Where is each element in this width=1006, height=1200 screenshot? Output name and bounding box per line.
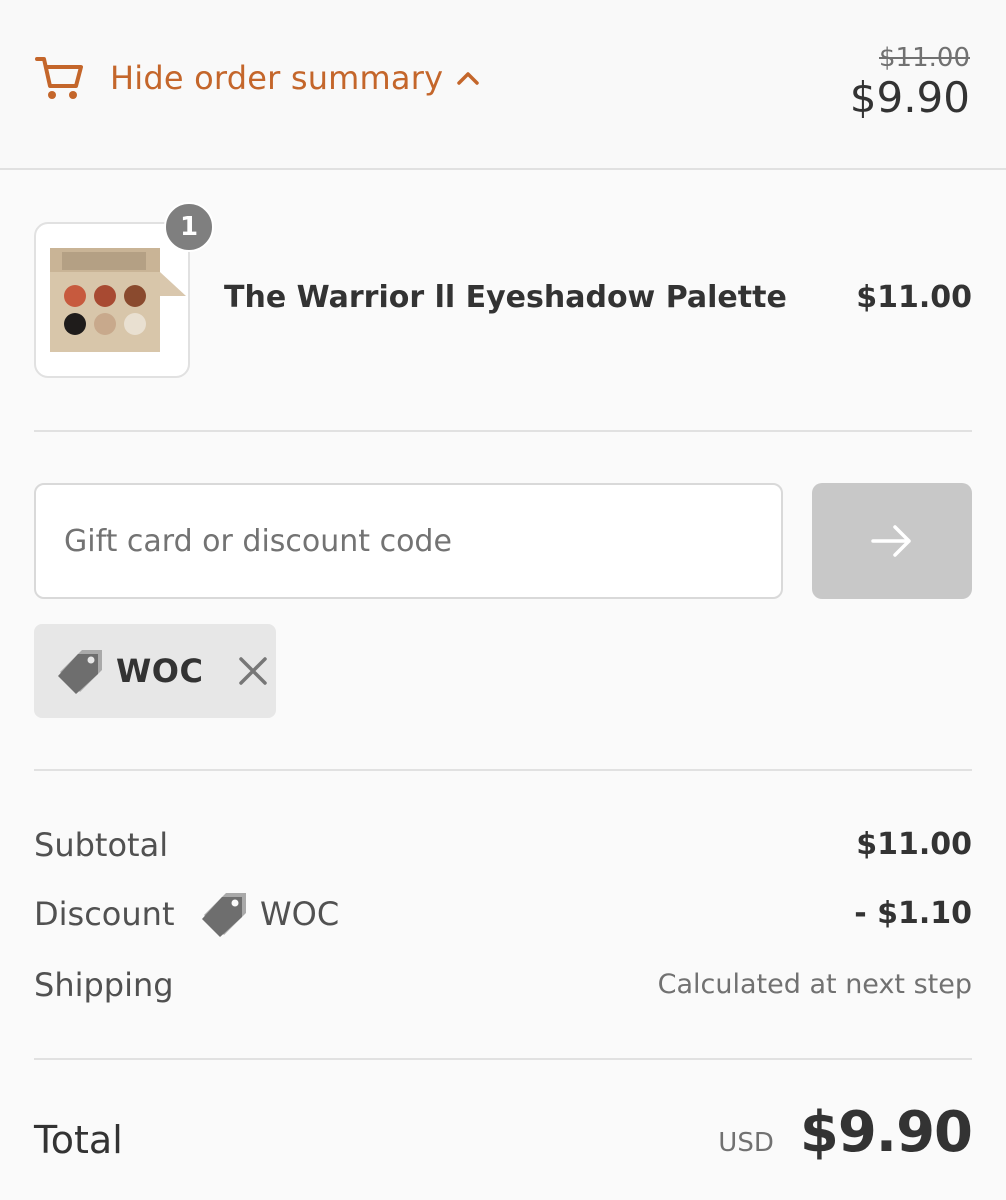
discount-code-input[interactable] [34, 483, 783, 599]
header-price-block: $11.00 $9.90 [850, 42, 970, 122]
divider [34, 769, 972, 771]
line-item: 1 The Warrior ll Eyeshadow Palette $11.0… [34, 202, 972, 378]
chevron-up-icon [457, 72, 479, 85]
product-name: The Warrior ll Eyeshadow Palette [224, 280, 787, 315]
toggle-order-summary-label: Hide order summary [110, 59, 444, 97]
applied-discount-code: WOC [116, 652, 204, 690]
tag-icon [202, 893, 246, 937]
total-label: Total [34, 1118, 123, 1162]
product-thumbnail: 1 [34, 202, 214, 378]
subtotal-value: $11.00 [856, 827, 972, 862]
shipping-label: Shipping [34, 966, 174, 1004]
divider [34, 1058, 972, 1060]
discount-code-tag: WOC [202, 889, 339, 939]
arrow-right-icon [871, 525, 911, 557]
order-summary-header: Hide order summary $11.00 $9.90 [0, 0, 1006, 170]
shipping-value: Calculated at next step [657, 969, 972, 1000]
discounted-price: $9.90 [849, 73, 970, 122]
total-amount-block: USD $9.90 [718, 1100, 973, 1165]
discount-value: - $1.10 [854, 896, 972, 931]
eyeshadow-palette-image [50, 248, 186, 352]
discount-row: Discount WOC - $1.10 [34, 889, 972, 939]
toggle-order-summary[interactable]: Hide order summary [34, 50, 481, 106]
discount-code-label: WOC [260, 895, 340, 933]
subtotal-row: Subtotal $11.00 [34, 820, 972, 870]
product-price: $11.00 [856, 280, 972, 315]
discount-label: Discount [34, 895, 175, 933]
quantity-badge: 1 [164, 202, 214, 252]
divider [34, 430, 972, 432]
tag-icon [58, 650, 102, 694]
close-icon[interactable] [237, 655, 269, 687]
subtotal-label: Subtotal [34, 826, 169, 864]
applied-discount-chip: WOC [34, 624, 276, 718]
total-currency: USD [718, 1128, 774, 1158]
total-amount: $9.90 [799, 1100, 973, 1165]
cart-icon [35, 57, 83, 99]
apply-discount-button[interactable] [812, 483, 972, 599]
original-price: $11.00 [879, 43, 970, 73]
shipping-row: Shipping Calculated at next step [34, 960, 972, 1010]
